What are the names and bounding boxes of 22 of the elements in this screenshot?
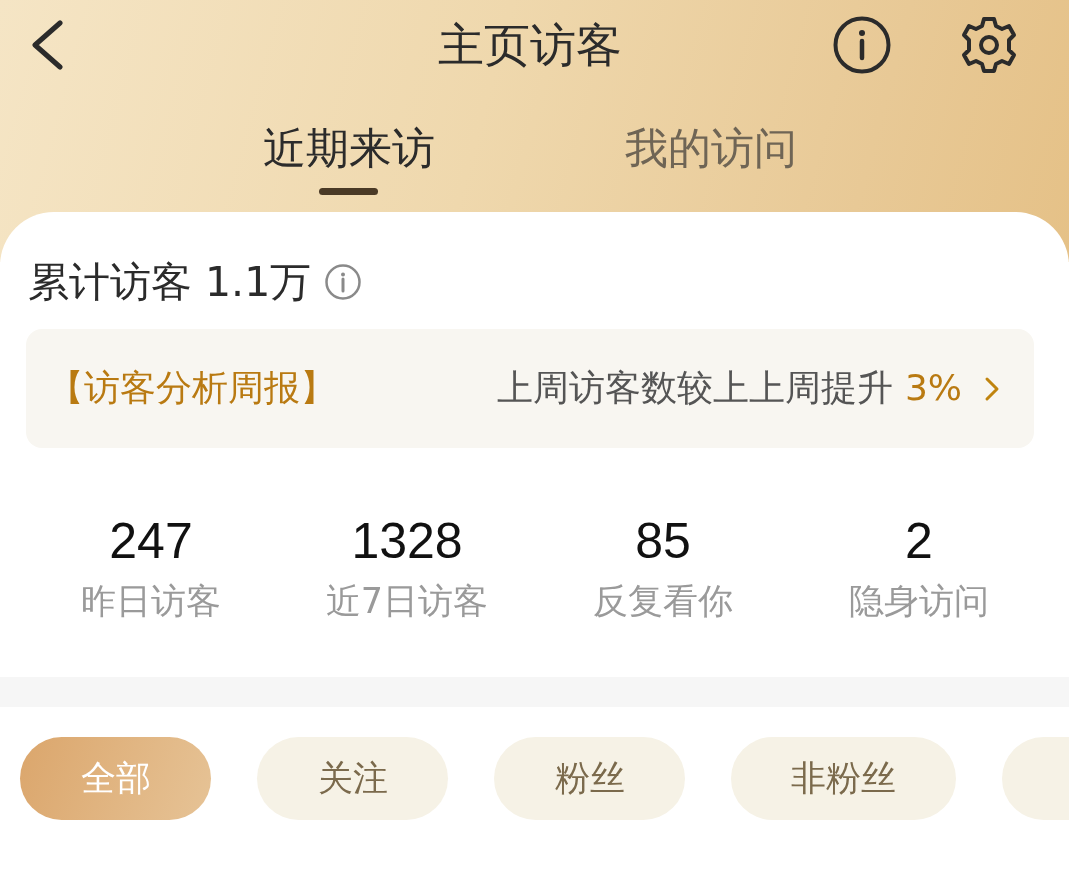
chevron-right-icon — [984, 375, 1000, 402]
weekly-report-banner[interactable]: 【访客分析周报】 上周访客数较上上周提升 3% — [26, 329, 1034, 448]
stat-value: 85 — [635, 512, 691, 570]
settings-icon[interactable] — [960, 16, 1018, 74]
filter-chip[interactable]: 关注 — [257, 737, 448, 820]
info-icon[interactable] — [833, 16, 891, 74]
stat-value: 247 — [109, 512, 193, 570]
report-summary: 上周访客数较上上周提升 3% — [497, 366, 962, 410]
report-title: 【访客分析周报】 — [48, 366, 336, 410]
stat-label: 近7日访客 — [325, 580, 489, 623]
tab[interactable]: 我的访问 — [624, 90, 797, 195]
stat-value: 2 — [905, 512, 933, 570]
back-icon[interactable] — [30, 20, 64, 70]
stat-label: 昨日访客 — [81, 580, 221, 623]
stat-label: 反复看你 — [593, 580, 733, 623]
stat-label: 隐身访问 — [849, 580, 989, 623]
filter-chip[interactable]: 粉丝 — [494, 737, 685, 820]
stat-value: 1328 — [351, 512, 463, 570]
tab[interactable]: 近期来访 — [262, 90, 435, 195]
page-title: 主页访客 — [437, 17, 622, 74]
filter-chip[interactable]: 非粉丝 — [731, 737, 956, 820]
total-visitors-title: 累计访客 1.1万 — [28, 257, 312, 308]
